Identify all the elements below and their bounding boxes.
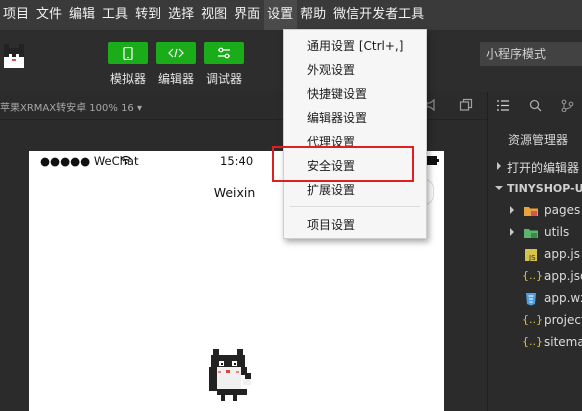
explorer-title: 资源管理器	[508, 133, 569, 147]
svg-text:JS: JS	[528, 254, 536, 262]
tree-item-label: app.json	[544, 269, 582, 283]
menu-tools[interactable]: 工具	[99, 0, 132, 30]
search-icon[interactable]	[529, 99, 542, 112]
page-title-text: Weixin	[213, 185, 256, 200]
tree-item-app-wxss[interactable]: app.wxss	[488, 288, 582, 310]
explorer-panel: 资源管理器 打开的编辑器 TINYSHOP-UNI pages utils JS…	[487, 92, 582, 411]
tree-item-label: project.config.json	[544, 313, 582, 327]
menu-view[interactable]: 视图	[198, 0, 231, 30]
chevron-down-icon	[495, 186, 503, 190]
css-file-icon	[526, 293, 536, 306]
chevron-right-icon	[497, 162, 501, 170]
explorer-toolbar	[488, 92, 582, 120]
folder-icon	[524, 207, 538, 216]
menu-selection[interactable]: 选择	[165, 0, 198, 30]
debugger-label: 调试器	[205, 72, 242, 86]
wechat-devtools-window: 项目 文件 编辑 工具 转到 选择 视图 界面 设置 帮助 微信开发者工具 模拟…	[0, 0, 582, 411]
menu-file[interactable]: 文件	[33, 0, 66, 30]
phone-icon	[123, 46, 133, 60]
highlight-annotation	[272, 146, 414, 182]
tree-item-app-js[interactable]: JS app.js	[488, 244, 582, 266]
detach-window-icon[interactable]	[459, 98, 473, 112]
tree-item-label: utils	[544, 225, 570, 239]
chevron-right-icon	[510, 228, 514, 236]
js-file-icon: JS	[525, 249, 537, 262]
editor-label: 编辑器	[157, 72, 194, 86]
menu-interface[interactable]: 界面	[231, 0, 264, 30]
device-select[interactable]: 苹果XRMAX转安卓 100% 16 ▾	[0, 99, 142, 114]
menu-item-project-settings[interactable]: 项目设置	[284, 213, 426, 237]
tree-item-sitemap[interactable]: {..} sitemap.json	[488, 332, 582, 354]
sliders-icon	[218, 47, 230, 59]
menu-item-editor-settings[interactable]: 编辑器设置	[284, 106, 426, 130]
open-editors-section[interactable]: 打开的编辑器	[488, 156, 582, 178]
project-name: TINYSHOP-UNI	[507, 182, 582, 195]
menu-divider	[290, 206, 420, 207]
menu-item-shortcut-settings[interactable]: 快捷键设置	[284, 82, 426, 106]
list-icon[interactable]	[497, 100, 509, 111]
menu-goto[interactable]: 转到	[132, 0, 165, 30]
menu-help[interactable]: 帮助	[297, 0, 330, 30]
tree-item-label: sitemap.json	[544, 335, 582, 349]
menu-bar: 项目 文件 编辑 工具 转到 选择 视图 界面 设置 帮助 微信开发者工具	[0, 0, 582, 30]
debugger-button[interactable]	[204, 42, 244, 64]
simulator-label: 模拟器	[109, 72, 146, 86]
menu-settings[interactable]: 设置	[264, 0, 298, 30]
menu-project[interactable]: 项目	[0, 0, 33, 30]
menu-edit[interactable]: 编辑	[66, 0, 99, 30]
tree-item-label: app.js	[544, 247, 580, 261]
tree-item-project-config[interactable]: {..} project.config.json	[488, 310, 582, 332]
tree-item-pages[interactable]: pages	[488, 200, 582, 222]
open-editors-label: 打开的编辑器	[507, 161, 580, 175]
tree-item-app-json[interactable]: {..} app.json	[488, 266, 582, 288]
json-file-icon: {..}	[522, 269, 543, 282]
project-section[interactable]: TINYSHOP-UNI	[488, 178, 582, 200]
mode-select[interactable]: 小程序模式	[480, 42, 582, 66]
menu-item-appearance-settings[interactable]: 外观设置	[284, 58, 426, 82]
simulator-button[interactable]	[108, 42, 148, 64]
wifi-icon	[120, 155, 132, 165]
folder-icon	[524, 229, 538, 238]
settings-dropdown: 通用设置 [Ctrl+,] 外观设置 快捷键设置 编辑器设置 代理设置 安全设置…	[283, 29, 427, 239]
menu-wechat-devtools[interactable]: 微信开发者工具	[330, 0, 428, 30]
menu-item-general-settings[interactable]: 通用设置 [Ctrl+,]	[284, 34, 426, 58]
status-time: 15:40	[220, 154, 254, 168]
json-file-icon: {..}	[522, 335, 543, 348]
git-branch-icon[interactable]	[561, 99, 574, 112]
json-file-icon: {..}	[522, 313, 543, 326]
code-icon	[168, 48, 184, 58]
chevron-right-icon	[510, 206, 514, 214]
tree-item-utils[interactable]: utils	[488, 222, 582, 244]
tree-item-label: pages	[544, 203, 581, 217]
avatar[interactable]	[0, 42, 28, 72]
editor-button[interactable]	[156, 42, 196, 64]
pixel-cat-image	[209, 349, 251, 401]
tree-item-label: app.wxss	[544, 291, 582, 305]
battery-icon	[425, 156, 439, 165]
